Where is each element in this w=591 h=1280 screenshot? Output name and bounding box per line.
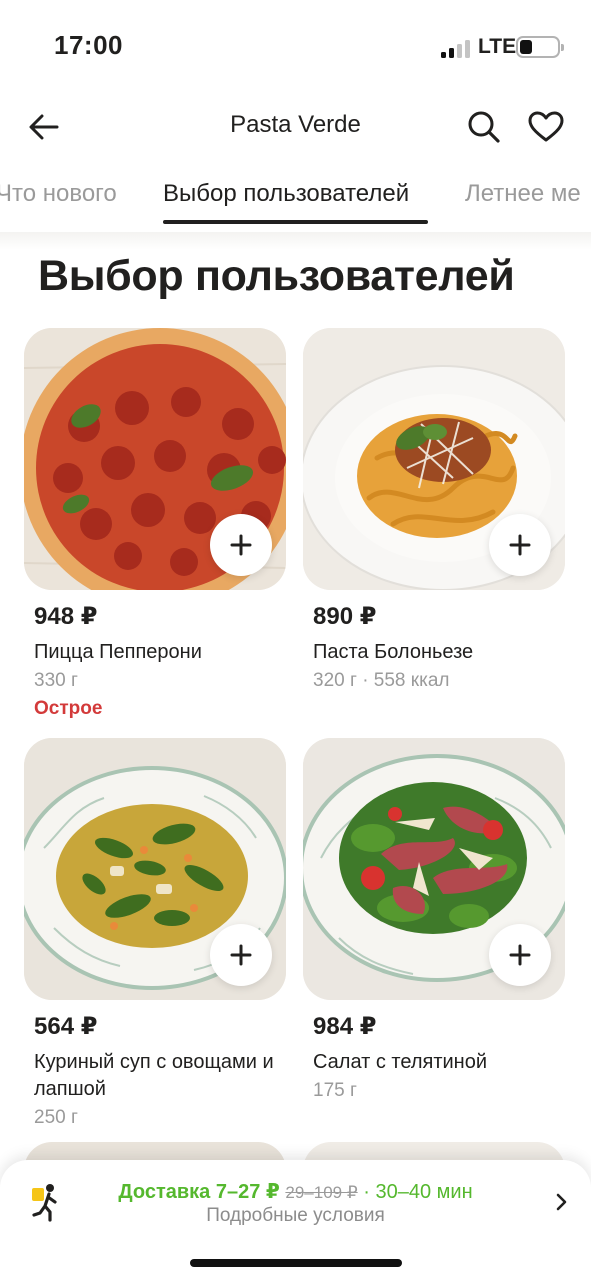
product-price: 948 ₽ xyxy=(34,603,98,630)
signal-strength-icon xyxy=(441,38,473,58)
add-to-cart-button[interactable] xyxy=(210,924,272,986)
product-weight-calories: 320 г · 558 ккал xyxy=(313,670,450,691)
plus-icon xyxy=(230,534,252,556)
product-image[interactable] xyxy=(24,328,286,590)
category-tabs: Что нового Выбор пользователей Летнее ме xyxy=(0,170,591,230)
add-to-cart-button[interactable] xyxy=(489,514,551,576)
add-to-cart-button[interactable] xyxy=(210,514,272,576)
search-icon xyxy=(468,111,500,143)
delivery-details-link[interactable]: Подробные условия xyxy=(0,1205,591,1227)
product-weight: 250 г xyxy=(34,1107,78,1128)
product-price: 984 ₽ xyxy=(313,1013,377,1040)
product-card[interactable]: 948 ₽ Пицца Пепперони 330 г Острое xyxy=(24,328,286,720)
delivery-price: Доставка 7–27 ₽ xyxy=(118,1181,280,1203)
network-type: LTE xyxy=(478,35,517,58)
product-card[interactable]: 890 ₽ Паста Болоньезе 320 г · 558 ккал xyxy=(303,328,565,692)
status-bar: 17:00 LTE xyxy=(0,0,591,90)
delivery-summary: Доставка 7–27 ₽ 29–109 ₽ · 30–40 мин xyxy=(0,1179,591,1204)
product-price: 564 ₽ xyxy=(34,1013,98,1040)
favorite-button[interactable] xyxy=(526,107,566,147)
product-weight: 330 г xyxy=(34,670,78,691)
status-time: 17:00 xyxy=(54,30,123,60)
product-name: Салат с телятиной xyxy=(313,1051,487,1073)
chevron-right-icon[interactable] xyxy=(552,1190,572,1214)
product-name: Паста Болоньезе xyxy=(313,641,474,663)
product-image[interactable] xyxy=(24,738,286,1000)
nav-header: Pasta Verde xyxy=(0,95,591,159)
product-name: Пицца Пепперони xyxy=(34,641,202,663)
plus-icon xyxy=(509,944,531,966)
tab-users-choice[interactable]: Выбор пользователей xyxy=(163,180,409,208)
product-image[interactable] xyxy=(303,328,565,590)
add-to-cart-button[interactable] xyxy=(489,924,551,986)
product-card[interactable]: 984 ₽ Салат с телятиной 175 г xyxy=(303,738,565,1102)
plus-icon xyxy=(509,534,531,556)
search-button[interactable] xyxy=(464,107,504,147)
home-indicator xyxy=(190,1259,402,1267)
delivery-old-price: 29–109 ₽ xyxy=(285,1183,358,1202)
delivery-separator: · xyxy=(363,1181,370,1203)
header-divider xyxy=(0,232,591,250)
section-title: Выбор пользователей xyxy=(38,252,515,300)
plus-icon xyxy=(230,944,252,966)
product-image[interactable] xyxy=(303,738,565,1000)
spicy-tag: Острое xyxy=(34,698,103,719)
active-tab-indicator xyxy=(163,220,428,224)
battery-icon xyxy=(516,36,564,58)
product-weight: 175 г xyxy=(313,1080,357,1101)
heart-icon xyxy=(528,111,564,142)
tab-summer-menu[interactable]: Летнее ме xyxy=(465,180,581,208)
product-price: 890 ₽ xyxy=(313,603,377,630)
tab-whats-new[interactable]: Что нового xyxy=(0,180,117,208)
product-card[interactable]: 564 ₽ Куриный суп с овощами и лапшой 250… xyxy=(24,738,286,1129)
product-name: Куриный суп с овощами и лапшой xyxy=(34,1051,274,1100)
delivery-time: 30–40 мин xyxy=(375,1181,473,1203)
